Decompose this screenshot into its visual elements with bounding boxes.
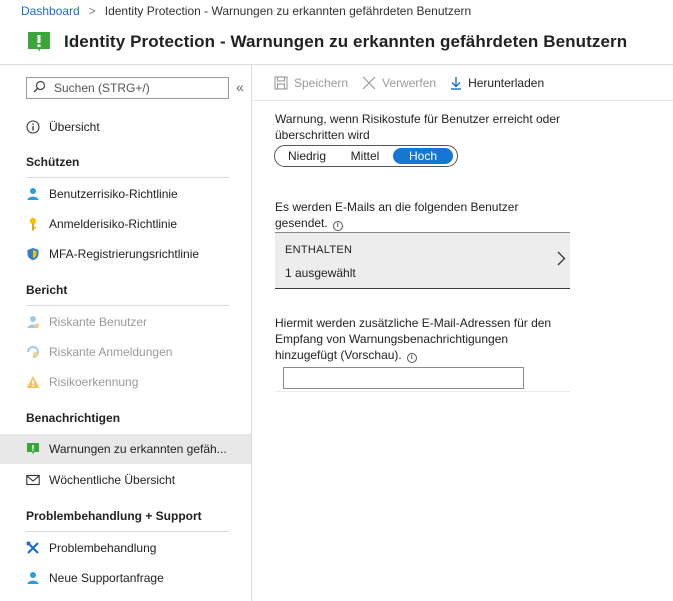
breadcrumb-current: Identity Protection - Warnungen zu erkan… [104,4,472,18]
sidebar-item-risky-signins[interactable]: Riskante Anmeldungen [0,337,251,367]
support-user-icon [26,571,40,585]
sidebar-item-alerts[interactable]: Warnungen zu erkannten gefäh... [0,434,251,464]
page-header: Identity Protection - Warnungen zu erkan… [0,22,673,62]
mail-icon [26,473,40,487]
info-icon: i [332,221,343,231]
save-icon [274,75,288,90]
section-divider [26,305,229,306]
section-divider [26,177,229,178]
sidebar-item-signin-risk-policy[interactable]: Anmelderisiko-Richtlinie [0,209,251,239]
sidebar-item-label: Anmelderisiko-Richtlinie [49,217,178,231]
sidebar-item-overview[interactable]: Übersicht [0,112,251,142]
main-panel: Speichern Verwerfen Herunterladen Warnun… [252,65,673,601]
alert-flag-icon [26,442,40,456]
section-divider [26,531,229,532]
info-icon: i [406,353,417,363]
sidebar-item-label: Neue Supportanfrage [49,571,164,585]
page-title: Identity Protection - Warnungen zu erkan… [64,32,628,51]
breadcrumb-separator: > [88,4,96,18]
collapse-sidebar-button[interactable]: « [236,79,244,95]
section-report: Bericht [26,283,68,297]
save-button[interactable]: Speichern [274,76,348,90]
risk-level-label: Warnung, wenn Risikostufe für Benutzer e… [275,112,561,142]
download-icon [450,76,462,90]
section-protect: Schützen [26,155,80,169]
sidebar-item-label: Problembehandlung [49,541,157,555]
sidebar: « Übersicht Schützen Benutzerrisiko-Rich… [0,65,252,601]
extra-email-input[interactable] [283,367,524,389]
sidebar-item-risky-users[interactable]: Riskante Benutzer [0,307,251,337]
extra-emails-label: Hiermit werden zusätzliche E-Mail-Adress… [275,316,552,363]
sidebar-item-label: Risikoerkennung [49,375,139,389]
sidebar-item-label: Wöchentliche Übersicht [49,473,176,487]
sidebar-item-label: MFA-Registrierungsrichtlinie [49,247,200,261]
refresh-icon [26,345,40,359]
included-users-selector[interactable]: ENTHALTEN 1 ausgewählt [275,232,570,289]
sidebar-item-label: Riskante Anmeldungen [49,345,173,359]
close-icon [362,76,376,90]
search-icon [33,80,46,96]
users-icon [26,315,40,329]
sidebar-item-label: Übersicht [49,120,100,134]
download-button[interactable]: Herunterladen [450,76,544,90]
sidebar-item-risk-detection[interactable]: Risikoerkennung [0,367,251,397]
risk-level-toggle[interactable]: Niedrig Mittel Hoch [274,145,458,167]
alert-flag-icon [26,29,52,55]
search-input[interactable] [54,81,204,95]
include-header: ENTHALTEN [285,244,353,256]
sidebar-item-label: Riskante Benutzer [49,315,148,329]
risk-option-low[interactable]: Niedrig [277,148,337,164]
breadcrumb-dashboard-link[interactable]: Dashboard [21,4,80,18]
sidebar-item-mfa-policy[interactable]: MFA-Registrierungsrichtlinie [0,239,251,269]
sidebar-item-user-risk-policy[interactable]: Benutzerrisiko-Richtlinie [0,179,251,209]
sidebar-item-troubleshooting[interactable]: Problembehandlung [0,533,251,563]
breadcrumb: Dashboard > Identity Protection - Warnun… [0,0,673,22]
risk-option-high[interactable]: Hoch [393,148,453,164]
sidebar-item-weekly-digest[interactable]: Wöchentliche Übersicht [0,465,251,495]
field-underline [275,391,570,392]
search-box[interactable] [26,77,229,99]
user-icon [26,187,40,201]
shield-icon [26,247,40,261]
sidebar-item-label: Warnungen zu erkannten gefäh... [49,442,227,456]
chevron-right-icon [557,251,566,269]
info-icon [26,120,40,134]
sidebar-item-new-support-request[interactable]: Neue Supportanfrage [0,563,251,593]
include-value: 1 ausgewählt [285,266,356,280]
section-support: Problembehandlung + Support [26,509,202,523]
sidebar-item-label: Benutzerrisiko-Richtlinie [49,187,178,201]
section-notify: Benachrichtigen [26,411,121,425]
risk-option-medium[interactable]: Mittel [337,148,393,164]
key-icon [26,217,40,231]
toolbar: Speichern Verwerfen Herunterladen [252,65,673,101]
email-users-label: Es werden E-Mails an die folgenden Benut… [275,200,519,231]
discard-button[interactable]: Verwerfen [362,76,436,90]
tools-icon [26,541,40,555]
warning-icon [26,375,40,389]
